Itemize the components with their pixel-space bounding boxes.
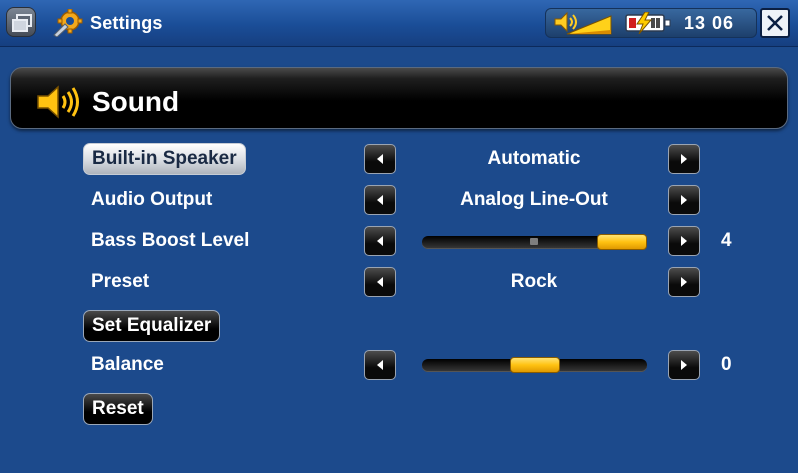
audio-output-next-button[interactable] [668, 185, 700, 215]
bass-boost-slider-thumb[interactable] [597, 234, 647, 250]
arrow-right-icon [681, 154, 687, 164]
arrow-left-icon [377, 154, 383, 164]
app-title: Settings [90, 13, 163, 33]
close-icon[interactable] [760, 8, 790, 38]
builtin-speaker-setting[interactable]: Built-in Speaker [83, 143, 246, 175]
preset-next-button[interactable] [668, 267, 700, 297]
preset-label[interactable]: Preset [91, 271, 149, 293]
balance-increase-button[interactable] [668, 350, 700, 380]
speaker-volume-icon[interactable] [553, 10, 613, 36]
arrow-left-icon [377, 195, 383, 205]
bass-boost-decrease-button[interactable] [364, 226, 396, 256]
speaker-icon [37, 85, 79, 119]
bass-boost-increase-button[interactable] [668, 226, 700, 256]
bass-boost-value: 4 [721, 230, 732, 251]
arrow-right-icon [681, 277, 687, 287]
balance-value: 0 [721, 354, 732, 375]
battery-charging-icon [625, 12, 671, 34]
preset-value: Rock [510, 271, 558, 292]
audio-output-label[interactable]: Audio Output [91, 189, 212, 211]
builtin-speaker-value: Automatic [487, 148, 581, 169]
arrow-right-icon [681, 360, 687, 370]
arrow-left-icon [377, 236, 383, 246]
slider-center-mark [530, 238, 538, 245]
window-switch-icon[interactable] [6, 7, 36, 37]
audio-output-prev-button[interactable] [364, 185, 396, 215]
settings-gear-wrench-icon [53, 9, 83, 37]
arrow-right-icon [681, 195, 687, 205]
builtin-speaker-prev-button[interactable] [364, 144, 396, 174]
builtin-speaker-next-button[interactable] [668, 144, 700, 174]
balance-slider[interactable] [422, 357, 647, 373]
audio-output-value: Analog Line-Out [460, 189, 608, 210]
reset-button[interactable]: Reset [83, 393, 153, 425]
balance-decrease-button[interactable] [364, 350, 396, 380]
set-equalizer-button[interactable]: Set Equalizer [83, 310, 221, 342]
bass-boost-label[interactable]: Bass Boost Level [91, 230, 249, 252]
balance-slider-thumb[interactable] [510, 357, 560, 373]
arrow-left-icon [377, 360, 383, 370]
arrow-right-icon [681, 236, 687, 246]
balance-label[interactable]: Balance [91, 354, 164, 376]
preset-prev-button[interactable] [364, 267, 396, 297]
bass-boost-slider[interactable] [422, 234, 647, 250]
section-title: Sound [92, 86, 180, 117]
arrow-left-icon [377, 277, 383, 287]
clock: 13 06 [684, 13, 735, 33]
